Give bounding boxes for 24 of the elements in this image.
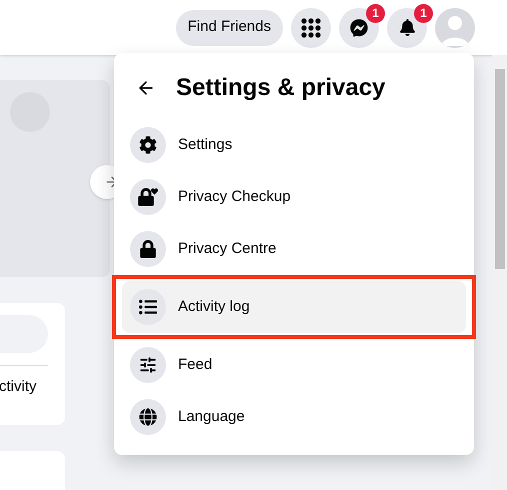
scrollbar[interactable] xyxy=(492,55,507,490)
notifications-button[interactable] xyxy=(387,8,427,48)
menu-title: Settings & privacy xyxy=(176,73,386,103)
menu-item[interactable]: Feed xyxy=(122,339,466,391)
lock-icon xyxy=(139,240,157,258)
notification-badge: 1 xyxy=(366,4,385,22)
menu-item[interactable]: Privacy Checkup xyxy=(122,171,466,223)
bell-icon xyxy=(398,19,416,36)
find-friends-button[interactable]: Find Friends xyxy=(176,10,283,46)
globe-icon xyxy=(139,408,157,426)
gear-icon xyxy=(139,136,157,154)
notification-badge: 1 xyxy=(414,4,433,22)
menu-item[interactable]: Activity log xyxy=(122,281,466,333)
list-icon xyxy=(139,298,157,316)
grid-icon xyxy=(301,18,321,38)
messenger-button[interactable] xyxy=(339,8,379,48)
sliders-icon xyxy=(139,356,157,374)
menu-item[interactable]: Privacy Centre xyxy=(122,223,466,275)
menu-item[interactable]: Language xyxy=(122,391,466,443)
menu-item[interactable]: Settings xyxy=(122,119,466,171)
menu-button[interactable] xyxy=(291,8,331,48)
activity-text: ctivity xyxy=(0,377,38,397)
messenger-icon xyxy=(350,18,368,36)
lock-heart-icon xyxy=(138,188,158,206)
